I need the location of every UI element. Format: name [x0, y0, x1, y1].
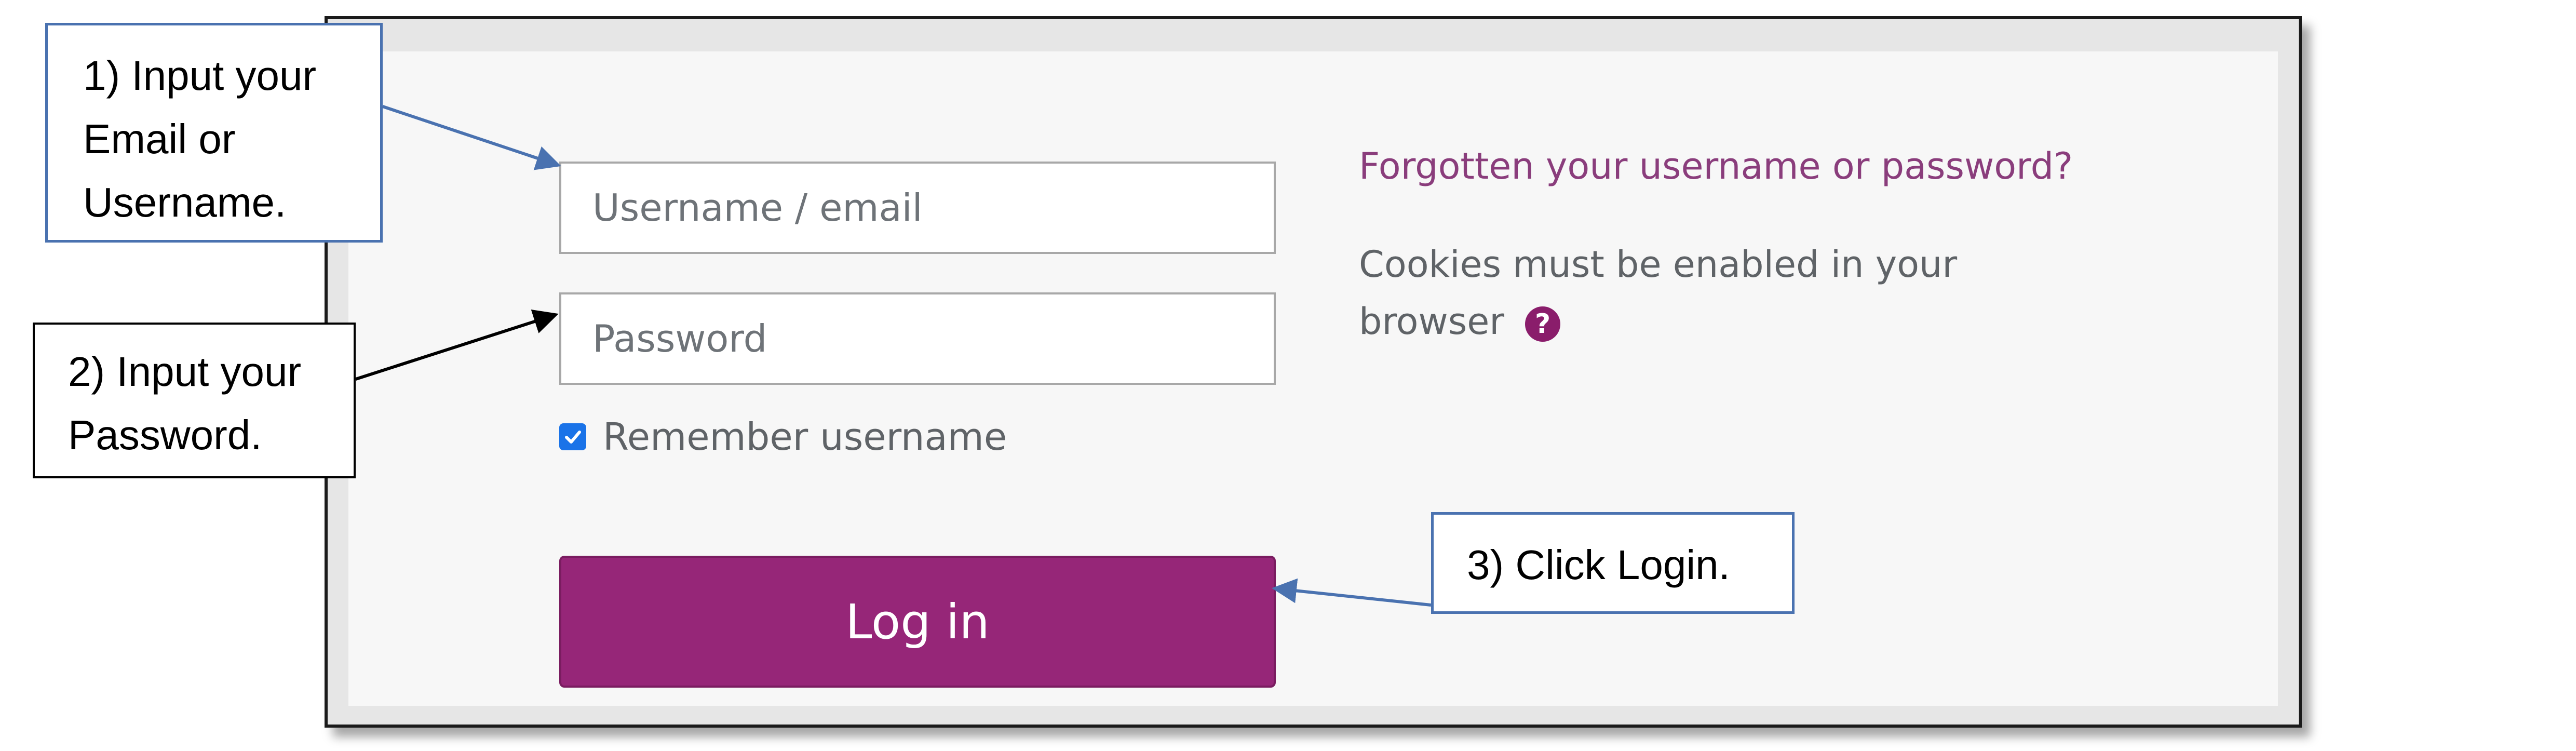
tutorial-screenshot: Username / email Password Remember usern… — [0, 0, 2576, 751]
arrow-to-password — [355, 310, 559, 381]
arrow-to-username — [382, 105, 561, 170]
arrow-to-login — [1272, 578, 1432, 607]
annotation-arrows — [355, 105, 1432, 607]
